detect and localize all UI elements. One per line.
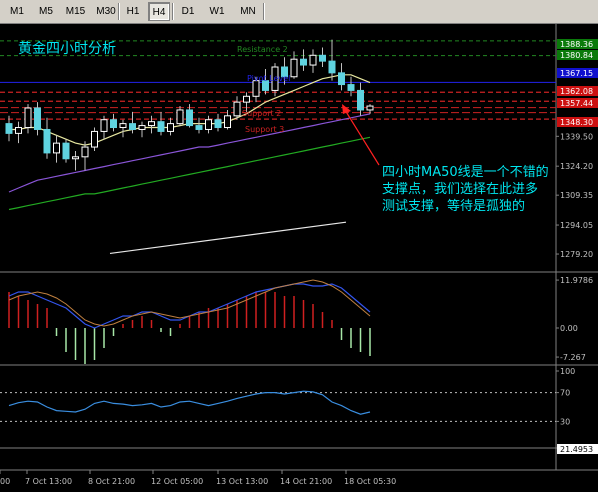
rsi-tick-label-upper: 70: [560, 389, 570, 398]
candle-body: [176, 109, 184, 125]
candle-body: [148, 121, 155, 127]
level-label-resistance2: Resistance 2: [237, 45, 288, 54]
macd-tick-label-top: 11.9786: [560, 276, 593, 285]
timeframe-m5-button[interactable]: M5: [34, 2, 58, 21]
rsi-tick-label-top: 100: [560, 367, 575, 376]
arrow-head: [342, 104, 351, 114]
candlesticks: [5, 39, 374, 171]
main-grid: [0, 24, 598, 471]
price-tick-label: 1324.20: [560, 162, 593, 171]
candle-body: [110, 119, 117, 129]
timeframe-m15-button[interactable]: M15: [62, 2, 89, 21]
rsi-line: [8, 390, 371, 415]
candle-body: [300, 58, 307, 66]
candle-body: [157, 121, 165, 132]
candle-body: [214, 119, 222, 129]
level-label-pivot_level: Pivot Level: [247, 74, 290, 83]
candle-body: [338, 72, 345, 86]
candle-body: [195, 125, 203, 130]
candle-body: [233, 101, 241, 117]
price-chart[interactable]: Resistance 2 Pivot Level Support 2 Support …: [0, 24, 598, 492]
timeframe-mn-button[interactable]: MN: [234, 2, 262, 21]
timeframe-h4-button[interactable]: H4: [148, 2, 170, 21]
price-level-badge-label: 1362.08: [560, 87, 593, 96]
time-tick-label: 14 Oct 21:00: [280, 477, 332, 486]
candle-body: [309, 54, 317, 66]
candle-body: [81, 146, 89, 158]
axes: 1339.50 1324.20 1309.35 1294.05 1279.20 1388.…: [0, 39, 598, 486]
candle-body: [91, 130, 98, 148]
candle-body: [328, 60, 336, 74]
candle-body: [72, 156, 79, 160]
chart-title: 黄金四小时分析: [18, 40, 116, 57]
timeframe-m30-button[interactable]: M30: [93, 2, 119, 21]
time-tick-label: 18 Oct 05:30: [344, 477, 396, 486]
candle-body: [319, 54, 326, 62]
ma200-line: [109, 221, 347, 255]
candle-body: [366, 105, 374, 111]
timeframe-h1-button[interactable]: H1: [122, 2, 144, 21]
candle-body: [119, 123, 127, 129]
toolbar-separator: [172, 3, 173, 20]
candle-body: [138, 125, 146, 130]
candle-body: [53, 142, 60, 154]
candle-body: [34, 107, 41, 130]
macd-tick-label-bottom: -7.267: [560, 353, 586, 362]
arrow-shaft: [344, 109, 380, 166]
price-level-badge-label: 1357.44: [560, 99, 593, 108]
candle-body: [224, 115, 231, 129]
rsi-panel: 100 70 30 21.4953: [0, 367, 598, 454]
time-tick-label: 00: [0, 477, 10, 486]
time-tick-label: 8 Oct 21:00: [88, 477, 135, 486]
annotation-text: 四小时MA50线是一个不错的支撑点，我们选择在此进多测试支撑，等待是孤独的: [382, 164, 549, 214]
candle-body: [24, 107, 32, 129]
candle-body: [243, 95, 250, 103]
timeframe-w1-button[interactable]: W1: [205, 2, 229, 21]
toolbar-separator: [118, 3, 119, 20]
candle-body: [347, 84, 355, 91]
annotation-line: 四小时MA50线是一个不错的: [382, 164, 549, 180]
rsi-current-label: 21.4953: [560, 445, 593, 454]
timeframe-m1-button[interactable]: M1: [5, 2, 29, 21]
candle-body: [129, 123, 136, 130]
candle-body: [62, 142, 70, 160]
price-level-badge-label: 1388.36: [560, 40, 593, 49]
candle-body: [252, 80, 260, 97]
time-tick-label: 12 Oct 05:00: [151, 477, 203, 486]
price-level-badge-label: 1348.30: [560, 118, 593, 127]
candle-body: [15, 127, 22, 134]
candle-body: [186, 109, 193, 127]
rsi-tick-label-lower: 30: [560, 417, 570, 426]
macd-tick-label-mid: 0.00: [560, 324, 578, 333]
level-label-support3: Support 3: [245, 125, 284, 134]
candle-body: [205, 119, 212, 130]
timeframe-toolbar: M1 M5 M15 M30 H1 H4 D1 W1 MN: [0, 0, 598, 24]
price-tick-label: 1339.50: [560, 132, 593, 141]
candle-body: [290, 58, 298, 78]
candle-body: [100, 119, 108, 132]
time-tick-label: 13 Oct 13:00: [216, 477, 268, 486]
annotation-line: 支撑点，我们选择在此进多: [382, 181, 538, 197]
price-tick-label: 1309.35: [560, 191, 593, 200]
level-label-support2: Support 2: [242, 109, 281, 118]
candle-body: [43, 128, 51, 154]
annotation-line: 测试支撑，等待是孤独的: [382, 198, 525, 214]
price-level-badge-label: 1367.15: [560, 69, 593, 78]
toolbar-separator: [263, 3, 264, 20]
price-tick-label: 1294.05: [560, 221, 593, 230]
price-tick-label: 1279.20: [560, 250, 593, 259]
candle-body: [357, 89, 364, 111]
timeframe-d1-button[interactable]: D1: [176, 2, 200, 21]
candle-body: [167, 123, 174, 132]
candle-body: [5, 123, 13, 134]
time-tick-label: 7 Oct 13:00: [25, 477, 72, 486]
price-level-badge-label: 1380.84: [560, 51, 593, 60]
macd-panel: 11.9786 0.00 -7.267: [8, 276, 593, 364]
